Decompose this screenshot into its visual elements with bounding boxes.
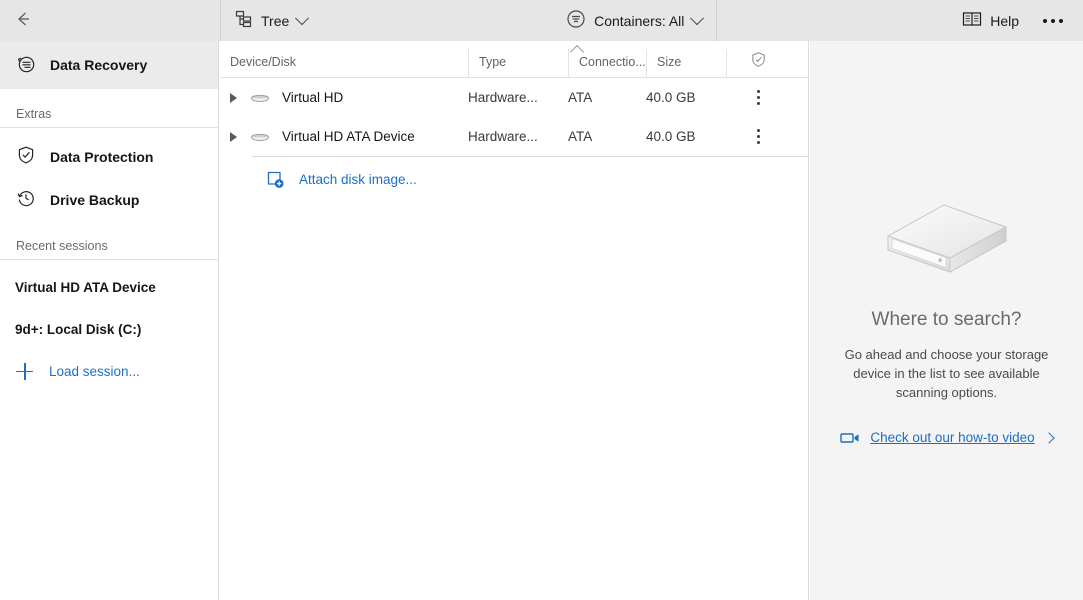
info-panel-description: Go ahead and choose your storage device …	[844, 347, 1049, 400]
device-connection-cell: ATA	[568, 129, 593, 144]
chevron-down-icon	[295, 10, 310, 25]
help-label: Help	[990, 12, 1020, 29]
device-size-cell: 40.0 GB	[646, 129, 696, 144]
shield-check-icon	[750, 51, 767, 71]
how-to-video-label: Check out our how-to video	[870, 430, 1035, 445]
disk-icon	[249, 130, 271, 144]
info-panel-title: Where to search?	[871, 309, 1022, 330]
clock-history-icon	[16, 188, 36, 211]
back-button[interactable]	[0, 0, 220, 41]
sidebar-item-label: Data Recovery	[50, 57, 148, 73]
sidebar-item-label: Drive Backup	[50, 191, 140, 208]
info-panel: Where to search? Go ahead and choose you…	[810, 41, 1083, 600]
kebab-menu-icon[interactable]	[756, 90, 760, 105]
attach-disk-image-button[interactable]: Attach disk image...	[220, 157, 808, 201]
help-button[interactable]: Help	[948, 0, 1033, 41]
containers-filter-button[interactable]: Containers: All	[552, 0, 716, 41]
sidebar-divider-2	[0, 259, 218, 260]
table-row[interactable]: Virtual HD ATA Device Hardware... ATA 40…	[220, 117, 808, 156]
app-window: Tree Containers: All Help Data Recovery …	[0, 0, 1083, 600]
sidebar: Data Recovery Extras Data Protection Dri…	[0, 41, 219, 600]
kebab-menu-icon[interactable]	[756, 129, 760, 144]
how-to-video-link[interactable]: Check out our how-to video	[840, 430, 1055, 445]
video-camera-icon	[840, 431, 860, 445]
sidebar-item-data-protection[interactable]: Data Protection	[0, 135, 218, 178]
shield-icon	[16, 145, 36, 168]
tree-view-button[interactable]: Tree	[221, 0, 321, 41]
top-toolbar: Tree Containers: All Help	[0, 0, 1083, 41]
more-options-button[interactable]	[1033, 0, 1073, 41]
tree-hierarchy-icon	[235, 10, 253, 31]
plus-icon	[16, 362, 33, 380]
load-session-label: Load session...	[49, 363, 140, 379]
chevron-right-icon	[1043, 431, 1055, 444]
book-icon	[962, 10, 982, 31]
data-recovery-icon	[16, 54, 36, 77]
containers-filter-label: Containers: All	[594, 12, 685, 29]
device-list-panel: Device/Disk Type Connectio... Size Virtu…	[220, 41, 809, 600]
sidebar-item-data-recovery[interactable]: Data Recovery	[0, 41, 218, 89]
attach-disk-image-icon	[266, 170, 285, 189]
row-menu-cell[interactable]	[726, 90, 790, 105]
sidebar-item-drive-backup[interactable]: Drive Backup	[0, 178, 218, 221]
device-name-cell[interactable]: Virtual HD ATA Device	[220, 129, 468, 144]
sidebar-session-item[interactable]: 9d+: Local Disk (C:)	[0, 308, 218, 350]
table-row[interactable]: Virtual HD Hardware... ATA 40.0 GB	[220, 78, 808, 117]
device-name-cell[interactable]: Virtual HD	[220, 90, 468, 105]
column-header-device-disk[interactable]: Device/Disk	[220, 49, 468, 77]
external-hard-drive-illustration	[882, 196, 1012, 289]
toolbar-spacer-left	[321, 0, 552, 41]
chevron-down-icon	[690, 10, 705, 25]
sidebar-divider-1	[0, 127, 218, 128]
sidebar-group-extras: Extras	[16, 107, 52, 121]
column-header-type[interactable]: Type	[468, 49, 568, 77]
column-header-size[interactable]: Size	[646, 49, 726, 77]
toolbar-spacer-right	[717, 0, 948, 41]
load-session-button[interactable]: Load session...	[0, 350, 218, 392]
attach-disk-image-label: Attach disk image...	[299, 171, 417, 187]
device-connection-cell: ATA	[568, 90, 593, 105]
sidebar-session-item[interactable]: Virtual HD ATA Device	[0, 266, 218, 308]
ellipsis-icon	[1043, 18, 1064, 23]
sidebar-item-label: Data Protection	[50, 148, 154, 165]
device-type-cell: Hardware...	[468, 129, 538, 144]
disk-icon	[249, 91, 271, 105]
tree-view-label: Tree	[261, 12, 290, 29]
caret-right-icon[interactable]	[230, 131, 237, 142]
caret-right-icon[interactable]	[230, 92, 237, 103]
arrow-left-icon	[12, 8, 34, 33]
filter-circle-icon	[566, 9, 586, 32]
column-header-health[interactable]	[726, 49, 790, 77]
device-size-cell: 40.0 GB	[646, 90, 696, 105]
device-list-header: Device/Disk Type Connectio... Size	[220, 41, 808, 78]
device-name-label: Virtual HD	[282, 90, 344, 105]
sidebar-group-recent-sessions: Recent sessions	[16, 239, 108, 253]
row-menu-cell[interactable]	[726, 129, 790, 144]
device-name-label: Virtual HD ATA Device	[282, 129, 415, 144]
device-type-cell: Hardware...	[468, 90, 538, 105]
